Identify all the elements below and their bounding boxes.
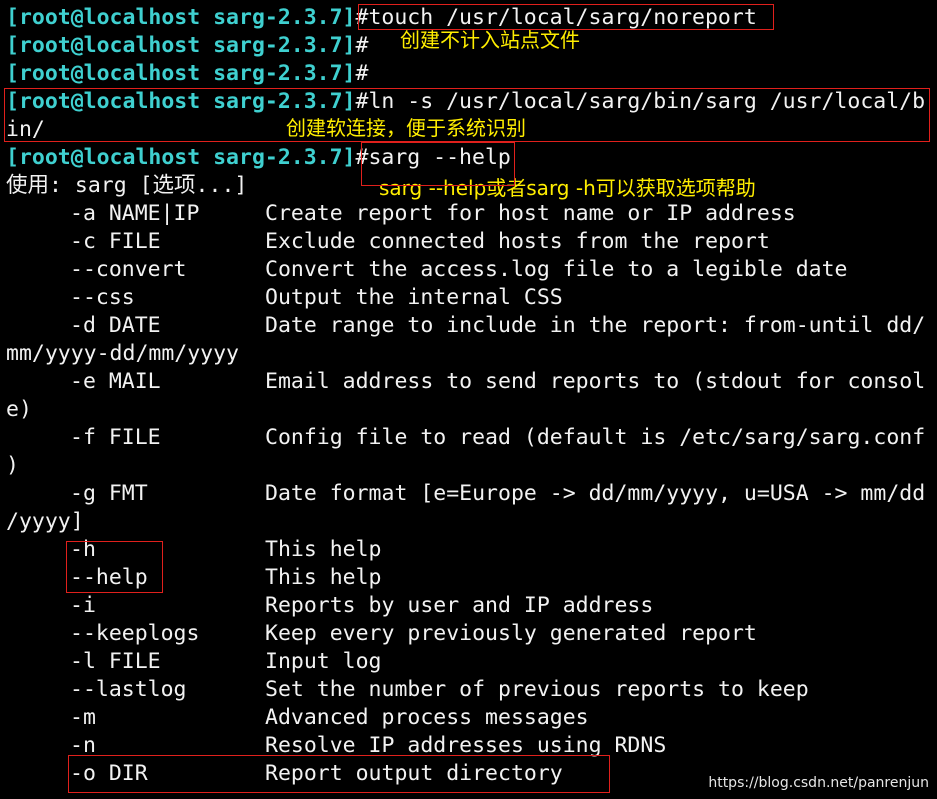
option-desc: Output the internal CSS [265,285,563,310]
shell-prompt: [root@localhost sarg-2.3.7] [6,61,356,86]
option-flag: --convert [70,257,187,282]
shell-prompt: [root@localhost sarg-2.3.7] [6,89,356,114]
shell-prompt: [root@localhost sarg-2.3.7] [6,5,356,30]
option-desc: Date range to include in the report: fro… [265,313,926,338]
option-flag: -m [70,705,96,730]
annotation-help: sarg --help或者sarg -h可以获取选项帮助 [379,176,756,200]
shell-prompt: [root@localhost sarg-2.3.7] [6,145,356,170]
command-text: #sarg --help [355,145,511,170]
option-desc: This help [265,537,382,562]
option-desc: Set the number of previous reports to ke… [265,677,809,702]
option-desc-wrap: e) [6,397,32,422]
option-flag: -i [70,593,96,618]
option-desc-wrap: ) [6,453,19,478]
command-text: # [355,33,369,58]
option-flag: --keeplogs [70,621,200,646]
command-text: # [355,61,369,86]
usage-line: 使用: sarg [选项...] [6,173,248,198]
option-flag: --lastlog [70,677,187,702]
terminal-window[interactable]: [root@localhost sarg-2.3.7]#touch /usr/l… [0,0,937,799]
option-desc: Create report for host name or IP addres… [265,201,796,226]
shell-prompt: [root@localhost sarg-2.3.7] [6,33,356,58]
command-line: [root@localhost sarg-2.3.7]#ln -s /usr/l… [6,88,925,116]
command-text: #ln -s /usr/local/sarg/bin/sarg /usr/loc… [355,89,926,114]
command-line: [root@localhost sarg-2.3.7]#touch /usr/l… [6,4,757,32]
option-desc: Resolve IP addresses using RDNS [265,733,667,758]
option-desc: Date format [e=Europe -> dd/mm/yyyy, u=U… [265,481,926,506]
option-flag: -a NAME|IP [70,201,200,226]
command-line: [root@localhost sarg-2.3.7]# [6,60,368,88]
option-flag: --css [70,285,135,310]
option-flag: -n [70,733,96,758]
command-wrap: in/ [6,117,45,142]
option-desc: Reports by user and IP address [265,593,654,618]
option-desc: Advanced process messages [265,705,589,730]
option-desc: Report output directory [265,761,563,786]
option-flag: -g FMT [70,481,148,506]
option-desc-wrap: mm/yyyy-dd/mm/yyyy [6,341,239,366]
option-flag: --help [70,565,148,590]
option-flag: -d DATE [70,313,161,338]
annotation-symlink: 创建软连接，便于系统识别 [286,116,526,140]
watermark: https://blog.csdn.net/panrenjun [708,775,929,791]
annotation-noreport: 创建不计入站点文件 [400,28,580,52]
command-line: [root@localhost sarg-2.3.7]# [6,32,368,60]
option-desc: Config file to read (default is /etc/sar… [265,425,926,450]
command-text: #touch /usr/local/sarg/noreport [355,5,757,30]
option-flag: -f FILE [70,425,161,450]
option-desc: Email address to send reports to (stdout… [265,369,926,394]
option-desc-wrap: /yyyy] [6,509,84,534]
option-desc: This help [265,565,382,590]
command-line: [root@localhost sarg-2.3.7]#sarg --help [6,144,511,172]
option-desc: Keep every previously generated report [265,621,757,646]
option-desc: Input log [265,649,382,674]
option-flag: -e MAIL [70,369,161,394]
option-flag: -h [70,537,96,562]
option-desc: Exclude connected hosts from the report [265,229,770,254]
option-flag: -c FILE [70,229,161,254]
option-flag: -l FILE [70,649,161,674]
option-flag: -o DIR [70,761,148,786]
option-desc: Convert the access.log file to a legible… [265,257,848,282]
